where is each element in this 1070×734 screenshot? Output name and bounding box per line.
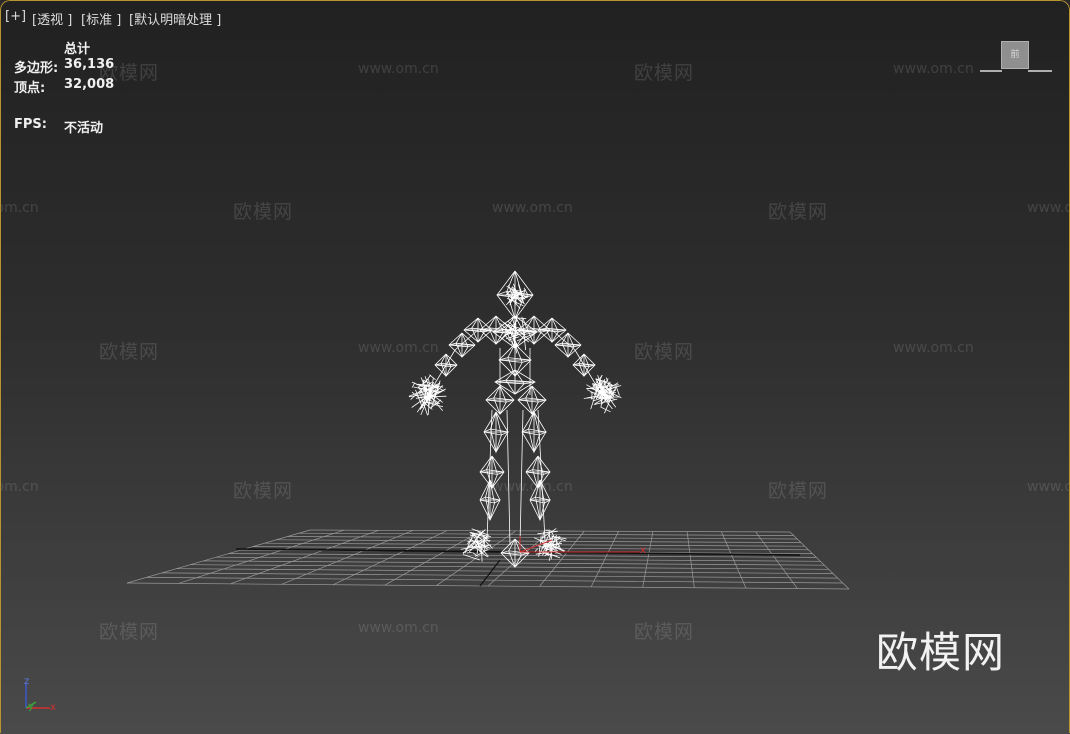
stats-header: 总计 <box>64 42 91 57</box>
gizmo-x-label: x <box>640 545 646 556</box>
stats-vert-label: 顶点: <box>14 81 46 96</box>
home-grid <box>126 529 850 590</box>
perspective-viewport[interactable]: 欧模网 www.om.cn 欧模网 www.om.cn www.om.cn 欧模… <box>0 0 1070 734</box>
viewport-menu-button[interactable]: [+] <box>5 9 26 24</box>
tripod-x-label: x <box>50 702 56 713</box>
tripod-y-label: y <box>28 701 34 712</box>
logo-watermark: 欧模网 <box>876 628 1006 677</box>
stats-fps-label: FPS: <box>14 117 47 132</box>
stats-poly-value: 36,136 <box>64 57 115 72</box>
wireframe-character <box>408 270 622 568</box>
stats-poly-label: 多边形: <box>14 61 59 76</box>
tripod-z-label: z <box>24 676 30 687</box>
viewport-view-label[interactable]: [透视 ] <box>32 9 72 28</box>
grid-axis-line <box>479 559 501 587</box>
viewport-shading-label[interactable]: [默认明暗处理 ] <box>129 9 221 28</box>
viewcube-ring[interactable] <box>980 69 1052 73</box>
stats-fps-value: 不活动 <box>64 121 104 136</box>
viewport-standard-label[interactable]: [标准 ] <box>81 9 121 28</box>
viewcube[interactable]: 前 <box>1001 41 1029 69</box>
stats-vert-value: 32,008 <box>64 77 115 92</box>
